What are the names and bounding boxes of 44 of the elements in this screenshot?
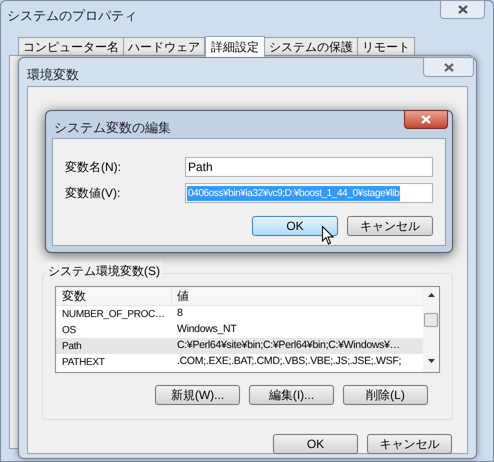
button[interactable]: キャンセル <box>367 434 452 454</box>
tab[interactable]: ハードウェア <box>123 37 205 56</box>
close-button[interactable] <box>404 110 448 129</box>
list-row[interactable]: NUMBER_OF_PROC… 8 <box>56 306 423 322</box>
field-label: 変数値(V): <box>65 185 122 202</box>
group-label: システム環境変数(S) <box>46 262 162 280</box>
row-name: PATHEXT <box>61 356 106 370</box>
tab[interactable]: 詳細設定 <box>205 36 265 57</box>
close-icon <box>458 5 468 14</box>
list-row[interactable]: Path C:¥Perl64¥site¥bin;C:¥Perl64¥bin;C:¥Windows¥… <box>56 338 423 354</box>
close-button[interactable] <box>423 57 474 77</box>
input-field[interactable]: Path <box>185 157 433 177</box>
row-name: NUMBER_OF_PROC… <box>61 308 166 322</box>
button[interactable]: OK <box>273 434 358 454</box>
scrollbar[interactable] <box>423 287 439 372</box>
row-value: .COM;.EXE;.BAT;.CMD;.VBS;.VBE;.JS;.JSE;.WSF; <box>176 354 402 370</box>
tab[interactable]: システムの保護 <box>264 37 358 56</box>
button[interactable]: OK <box>252 216 338 236</box>
dialog-title: システム変数の編集 <box>54 119 171 137</box>
close-icon <box>444 62 454 72</box>
tab[interactable]: コンピューター名 <box>18 37 124 56</box>
scroll-down-icon[interactable] <box>428 359 434 363</box>
window-title: システムのプロパティ <box>7 7 137 25</box>
column-header[interactable]: 値 <box>172 287 423 305</box>
row-value: Windows_NT <box>176 322 238 338</box>
row-value: 8 <box>176 306 184 322</box>
list-row[interactable]: PATHEXT .COM;.EXE;.BAT;.CMD;.VBS;.VBE;.JS;.JSE;.WSF; <box>56 354 423 370</box>
close-button[interactable] <box>440 0 485 19</box>
column-header[interactable]: 変数 <box>56 287 172 305</box>
mouse-pointer-icon <box>322 226 334 245</box>
row-name: OS <box>61 324 77 338</box>
button[interactable]: 新規(W)... <box>155 385 240 405</box>
tab[interactable]: リモート <box>357 37 415 56</box>
close-icon <box>421 115 431 124</box>
button[interactable]: 編集(I)... <box>249 385 334 405</box>
scroll-thumb[interactable] <box>424 313 438 327</box>
dialog-title: 環境変数 <box>27 66 79 84</box>
list-row[interactable]: OS Windows_NT <box>56 322 423 338</box>
row-value: C:¥Perl64¥site¥bin;C:¥Perl64¥bin;C:¥Windows¥… <box>176 338 401 354</box>
field-label: 変数名(N): <box>65 159 122 176</box>
row-name: Path <box>61 340 82 354</box>
button[interactable]: キャンセル <box>347 216 433 236</box>
button[interactable]: 削除(L) <box>343 385 428 405</box>
scroll-up-icon[interactable] <box>428 293 434 297</box>
